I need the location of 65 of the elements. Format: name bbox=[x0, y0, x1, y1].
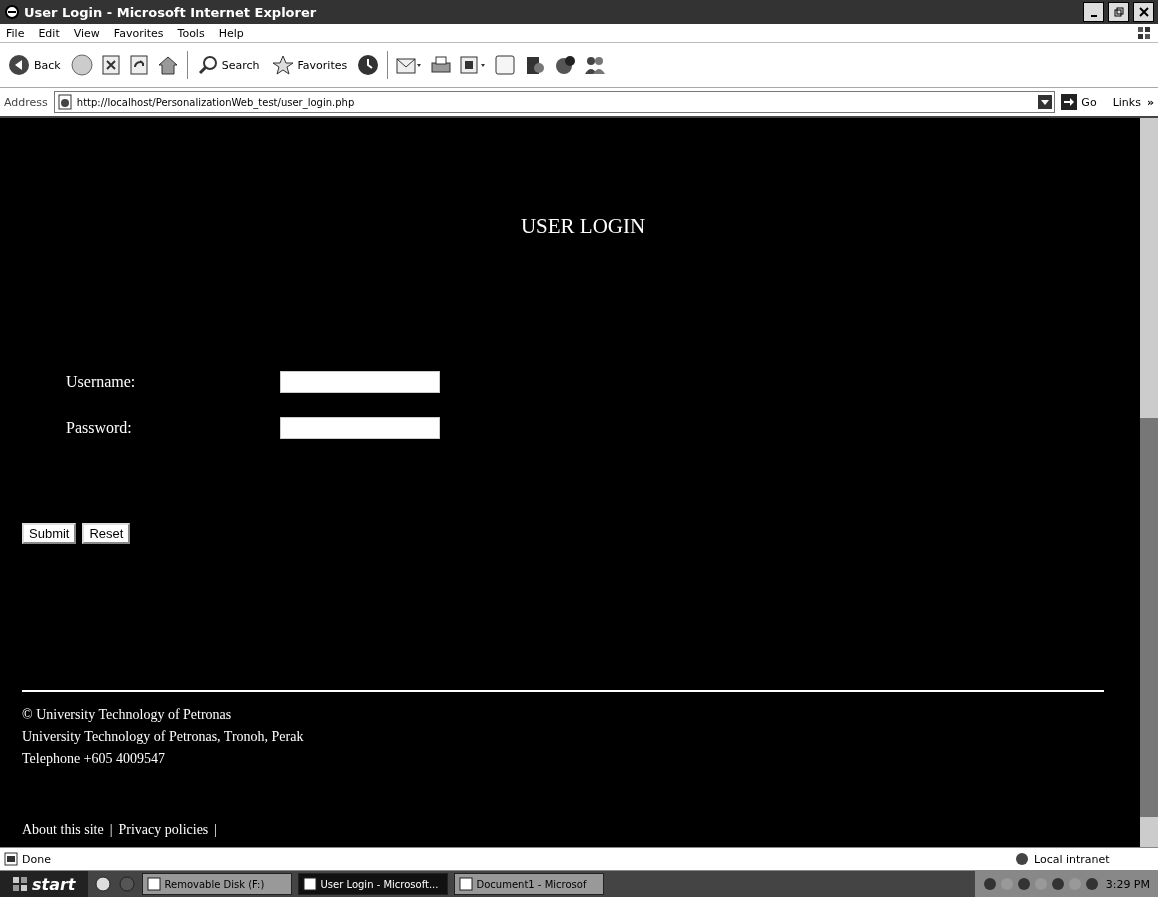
restore-button[interactable] bbox=[1108, 2, 1129, 22]
window-icon bbox=[302, 877, 317, 891]
footer-link[interactable]: Privacy policies bbox=[118, 822, 209, 838]
input-field[interactable] bbox=[280, 417, 440, 439]
tray-icon[interactable] bbox=[982, 877, 997, 891]
print-icon[interactable] bbox=[430, 54, 453, 76]
start-button[interactable]: start bbox=[0, 871, 88, 897]
menu-item[interactable]: File bbox=[6, 26, 25, 40]
minimize-icon bbox=[1090, 15, 1097, 17]
close-button[interactable] bbox=[1133, 2, 1154, 22]
favorites-button[interactable]: Favorites bbox=[269, 55, 350, 75]
minimize-button[interactable] bbox=[1083, 2, 1104, 22]
page-icon bbox=[56, 94, 73, 110]
footer-text: University Technology of Petronas, Tronoh, Perak bbox=[22, 728, 305, 746]
scrollbar[interactable] bbox=[1140, 118, 1158, 847]
links-button[interactable]: Links bbox=[1112, 95, 1141, 109]
footer-link[interactable]: About this site bbox=[22, 822, 104, 838]
form-button[interactable]: Reset bbox=[82, 523, 131, 544]
menu-item[interactable]: Favorites bbox=[113, 26, 164, 40]
window-icon bbox=[458, 877, 473, 891]
windows-logo-icon bbox=[12, 876, 28, 892]
back-button[interactable]: Back bbox=[6, 54, 63, 76]
footer-text: Telephone +605 4009547 bbox=[22, 750, 166, 768]
form-button[interactable]: Submit bbox=[22, 523, 77, 544]
menu-item[interactable]: View bbox=[73, 26, 100, 40]
star-icon bbox=[271, 55, 294, 75]
stop-icon[interactable] bbox=[100, 55, 121, 75]
home-icon[interactable] bbox=[156, 55, 179, 75]
field-label: Password: bbox=[66, 419, 133, 437]
refresh-icon[interactable] bbox=[128, 55, 149, 75]
edit-icon[interactable] bbox=[460, 54, 487, 76]
taskbar-button[interactable]: Document1 - Microsof bbox=[453, 873, 604, 895]
zone-text: Local intranet bbox=[1034, 852, 1110, 866]
network-icon bbox=[1014, 852, 1030, 866]
restore-icon bbox=[1113, 7, 1124, 17]
input-field[interactable] bbox=[280, 371, 440, 393]
go-button[interactable]: Go bbox=[1061, 94, 1097, 110]
clock: 3:29 PM bbox=[1105, 877, 1150, 891]
search-button[interactable]: Search bbox=[195, 55, 262, 75]
link-separator: | bbox=[109, 822, 113, 838]
close-icon bbox=[1138, 7, 1149, 17]
history-icon[interactable] bbox=[357, 54, 380, 76]
tray-icon[interactable] bbox=[1084, 877, 1099, 891]
status-text: Done bbox=[22, 852, 51, 866]
page-heading: USER LOGIN bbox=[519, 214, 647, 239]
address-field[interactable]: http://localhost/PersonalizationWeb_test/user_login.php bbox=[53, 91, 1056, 113]
address-label: Address bbox=[4, 95, 48, 109]
contacts-icon[interactable] bbox=[584, 54, 607, 76]
dropdown-icon[interactable] bbox=[1038, 95, 1053, 109]
footer-text: © University Technology of Petronas bbox=[22, 706, 233, 724]
window-icon bbox=[146, 877, 161, 891]
taskbar-button[interactable]: Removable Disk (F:) bbox=[141, 873, 292, 895]
window-title: User Login - Microsoft Internet Explorer bbox=[24, 4, 317, 20]
menu-item[interactable]: Edit bbox=[38, 26, 60, 40]
menu-item[interactable]: Help bbox=[218, 26, 244, 40]
tray-icon[interactable] bbox=[1016, 877, 1031, 891]
link-separator: | bbox=[214, 822, 218, 838]
windows-logo-icon bbox=[1136, 25, 1152, 41]
more-button[interactable]: » bbox=[1146, 95, 1154, 109]
field-label: Username: bbox=[66, 373, 137, 391]
tray-icon[interactable] bbox=[1050, 877, 1065, 891]
taskbar-button[interactable]: User Login - Microsoft... bbox=[297, 873, 448, 895]
page-icon bbox=[4, 852, 18, 866]
menu-item[interactable]: Tools bbox=[177, 26, 205, 40]
search-icon bbox=[197, 55, 218, 75]
